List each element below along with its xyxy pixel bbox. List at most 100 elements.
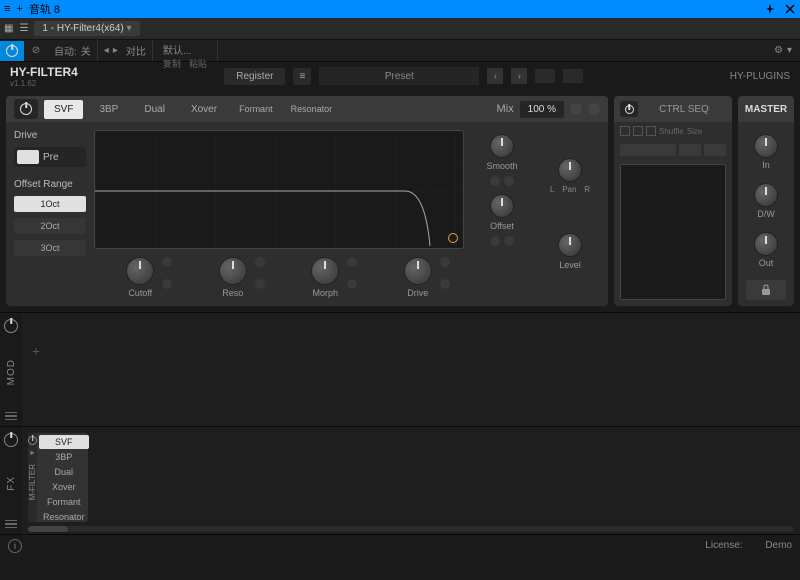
morph-knob[interactable] (311, 257, 339, 285)
offset-knob[interactable] (490, 194, 514, 218)
mod-add-button[interactable]: + (32, 343, 40, 359)
pre-toggle[interactable]: Pre (14, 147, 86, 167)
smooth-label: Smooth (486, 161, 517, 171)
offset-1oct-button[interactable]: 1Oct (14, 196, 86, 212)
preset-next-button[interactable]: › (511, 68, 527, 84)
info-icon[interactable]: i (8, 539, 22, 553)
mod-menu-button[interactable] (5, 412, 17, 421)
preset-menu-button[interactable]: ≡ (293, 68, 311, 85)
mix-mod-a[interactable] (570, 103, 582, 115)
fx-item-svf[interactable]: SVF (39, 435, 89, 449)
mix-value[interactable]: 100 % (520, 101, 564, 118)
ctrlseq-step-1[interactable] (620, 126, 630, 136)
auto-off-button[interactable]: 关 (81, 43, 91, 58)
mix-mod-b[interactable] (588, 103, 600, 115)
list-icon[interactable]: ☰ (19, 23, 28, 34)
menu-icon[interactable]: ≡ (4, 3, 10, 15)
filter-tab-resonator[interactable]: Resonator (285, 100, 339, 118)
offset-2oct-button[interactable]: 2Oct (14, 218, 86, 234)
offset-mod-a[interactable] (490, 236, 500, 246)
preset-slot-b[interactable] (563, 69, 583, 83)
ctrlseq-slot-3[interactable] (704, 144, 726, 156)
pan-knob[interactable] (558, 158, 582, 182)
fx-power-button[interactable] (4, 433, 18, 447)
filter-tab-dual[interactable]: Dual (134, 100, 175, 119)
plugin-power-button[interactable] (0, 41, 24, 61)
ctrlseq-slot-2[interactable] (679, 144, 701, 156)
drive-mod-b[interactable] (440, 279, 450, 289)
mod-power-button[interactable] (4, 319, 18, 333)
drive-mod-a[interactable] (440, 257, 450, 267)
reso-knob[interactable] (219, 257, 247, 285)
next-icon[interactable]: ▸ (113, 45, 118, 56)
lock-button[interactable] (746, 280, 786, 300)
chevron-down-icon[interactable]: ▾ (127, 23, 132, 34)
fx-menu-button[interactable] (5, 520, 17, 529)
drive-knob[interactable] (404, 257, 432, 285)
compare-button[interactable]: 对比 (126, 43, 146, 58)
fx-scrollbar[interactable] (28, 526, 794, 532)
cutoff-handle[interactable] (448, 233, 458, 243)
level-knob[interactable] (558, 233, 582, 257)
fx-module-power-button[interactable] (28, 436, 37, 445)
ctrlseq-power-button[interactable] (620, 101, 638, 117)
chevron-down-icon[interactable]: ▾ (787, 45, 792, 56)
filter-tab-3bp[interactable]: 3BP (89, 100, 128, 119)
filter-tab-xover[interactable]: Xover (181, 100, 227, 119)
master-dw-knob[interactable] (754, 183, 778, 207)
reso-mod-a[interactable] (255, 257, 265, 267)
ctrlseq-step-2[interactable] (633, 126, 643, 136)
license-label: License: (705, 540, 742, 551)
ctrlseq-slot-1[interactable] (620, 144, 676, 156)
paste-button[interactable]: 粘贴 (189, 57, 207, 70)
pin-icon[interactable] (764, 3, 776, 15)
cutoff-knob[interactable] (126, 257, 154, 285)
gear-icon[interactable]: ⚙ (774, 45, 783, 56)
fx-item-3bp[interactable]: 3BP (39, 450, 89, 464)
reso-mod-b[interactable] (255, 279, 265, 289)
master-out-knob[interactable] (754, 232, 778, 256)
master-in-knob[interactable] (754, 134, 778, 158)
preset-display[interactable]: Preset (319, 67, 479, 85)
lock-icon (761, 284, 771, 296)
prev-icon[interactable]: ◂ (104, 45, 109, 56)
cutoff-mod-a[interactable] (162, 257, 172, 267)
filter-tab-formant[interactable]: Formant (233, 100, 279, 118)
offset-3oct-button[interactable]: 3Oct (14, 240, 86, 256)
plugin-title: HY-FILTER4 (10, 65, 78, 79)
morph-mod-a[interactable] (347, 257, 357, 267)
bypass-icon[interactable]: ⊘ (24, 41, 48, 61)
fx-body: ▸ M-FILTER SVF 3BP Dual Xover Formant Re… (22, 427, 800, 534)
close-icon[interactable] (784, 3, 796, 15)
drive-knob-label: Drive (407, 288, 428, 298)
ctrlseq-display[interactable] (620, 164, 726, 300)
filter-power-button[interactable] (14, 99, 38, 119)
filter-response-graph[interactable] (94, 130, 464, 249)
preset-prev-button[interactable]: ‹ (487, 68, 503, 84)
offset-mod-b[interactable] (504, 236, 514, 246)
cutoff-label: Cutoff (128, 288, 152, 298)
fx-scrollbar-thumb[interactable] (28, 526, 68, 532)
filter-tab-svf[interactable]: SVF (44, 100, 83, 119)
fx-item-dual[interactable]: Dual (39, 465, 89, 479)
preset-slot-a[interactable] (535, 69, 555, 83)
cutoff-mod-b[interactable] (162, 279, 172, 289)
fx-module-play-icon[interactable]: ▸ (30, 448, 34, 457)
copy-button[interactable]: 复制 (163, 57, 181, 70)
fx-section: FX ▸ M-FILTER SVF 3BP Dual Xover Formant… (0, 426, 800, 534)
smooth-mod-a[interactable] (490, 176, 500, 186)
grid-icon[interactable]: ▦ (4, 23, 13, 34)
preset-default-button[interactable]: 默认... (163, 42, 191, 57)
morph-label: Morph (312, 288, 338, 298)
smooth-knob[interactable] (490, 134, 514, 158)
fx-item-xover[interactable]: Xover (39, 480, 89, 494)
register-button[interactable]: Register (224, 68, 285, 85)
smooth-mod-b[interactable] (504, 176, 514, 186)
plugin-tab-bar: ▦ ☰ 1 - HY-Filter4(x64) ▾ (0, 18, 800, 40)
morph-mod-b[interactable] (347, 279, 357, 289)
fx-item-formant[interactable]: Formant (39, 495, 89, 509)
add-icon[interactable]: + (16, 3, 22, 15)
plugin-tab[interactable]: 1 - HY-Filter4(x64) ▾ (34, 21, 139, 36)
fx-item-resonator[interactable]: Resonator (39, 510, 89, 524)
ctrlseq-step-3[interactable] (646, 126, 656, 136)
